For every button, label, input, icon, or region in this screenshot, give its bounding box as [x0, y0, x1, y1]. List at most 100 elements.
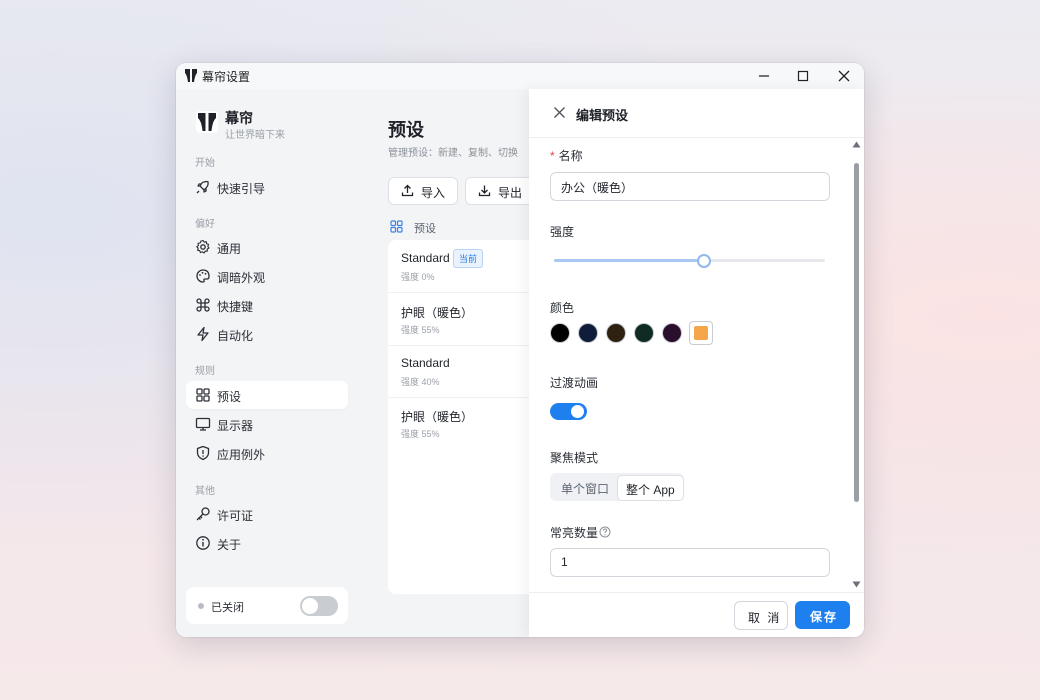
- preset-intensity: 强度 55%: [401, 429, 440, 439]
- toggle-knob: [302, 598, 318, 614]
- focus-option-single-window[interactable]: 单个窗口: [552, 475, 616, 499]
- preset-row[interactable]: Standard 当前 强度 0%: [388, 240, 538, 293]
- brand-logo-icon: [196, 111, 218, 133]
- panel-footer: 取 消 保存: [529, 592, 864, 637]
- close-window-button[interactable]: [824, 63, 864, 89]
- grid-icon: [390, 220, 403, 233]
- preset-row[interactable]: 护眼（暖色） 强度 55%: [388, 397, 538, 449]
- close-icon: [838, 70, 850, 82]
- transition-toggle[interactable]: [550, 403, 587, 420]
- intensity-label: 强度: [550, 225, 575, 239]
- sidebar-item-label: 快速引导: [217, 182, 266, 196]
- color-label: 颜色: [550, 301, 575, 315]
- import-label: 导入: [421, 186, 446, 200]
- status-text: 已关闭: [211, 602, 244, 614]
- panel-header: 编辑预设: [529, 89, 864, 138]
- sidebar-item-label: 通用: [217, 242, 242, 256]
- preset-list-header: 预设: [414, 223, 436, 235]
- color-swatch-selected[interactable]: [689, 321, 713, 345]
- sidebar: 幕帘 让世界暗下来 开始 快速引导 偏好 通用 调暗外观 快捷键 自动化 规则 …: [176, 89, 359, 637]
- help-icon[interactable]: [599, 526, 611, 538]
- scroll-down-arrow-icon[interactable]: [852, 581, 861, 588]
- slider-fill: [554, 259, 704, 262]
- sidebar-item-label: 关于: [217, 538, 242, 552]
- color-swatch[interactable]: [606, 323, 626, 343]
- lightning-icon: [197, 326, 209, 342]
- preset-row[interactable]: Standard 强度 40%: [388, 345, 538, 398]
- scrollbar-thumb[interactable]: [854, 163, 859, 502]
- color-swatch[interactable]: [662, 323, 682, 343]
- curtain-app-icon: [185, 69, 197, 82]
- section-label-preferences: 偏好: [195, 219, 215, 230]
- sidebar-item-presets[interactable]: 预设: [186, 381, 348, 409]
- page-description: 管理预设：新建、复制、切换: [388, 148, 518, 159]
- preset-intensity: 强度 0%: [401, 272, 435, 282]
- export-label: 导出: [498, 186, 523, 200]
- close-panel-icon[interactable]: [553, 106, 566, 119]
- main-content: 预设 管理预设：新建、复制、切换 导入 导出 预设 Standard 当前 强度…: [359, 89, 538, 637]
- sidebar-item-general[interactable]: 通用: [186, 233, 348, 261]
- page-title: 预设: [388, 120, 424, 140]
- section-label-rules: 规则: [195, 366, 215, 377]
- selected-color-fill: [694, 326, 708, 340]
- sidebar-item-dim-appearance[interactable]: 调暗外观: [186, 262, 348, 290]
- cancel-button[interactable]: 取 消: [734, 601, 788, 630]
- maximize-icon: [797, 70, 809, 82]
- save-button[interactable]: 保存: [795, 601, 850, 629]
- minimize-button[interactable]: [744, 63, 784, 89]
- intensity-slider[interactable]: [554, 254, 825, 268]
- always-on-count-input[interactable]: 1: [550, 548, 830, 577]
- focus-option-whole-app[interactable]: 整个 App: [617, 475, 684, 501]
- window-title: 幕帘设置: [202, 70, 251, 84]
- sidebar-item-shortcuts[interactable]: 快捷键: [186, 291, 348, 319]
- current-badge: 当前: [453, 249, 484, 268]
- sidebar-item-automation[interactable]: 自动化: [186, 320, 348, 348]
- sidebar-item-quick-guide[interactable]: 快速引导: [186, 173, 348, 201]
- key-icon: [196, 507, 210, 521]
- preset-list: Standard 当前 强度 0% 护眼（暖色） 强度 55% Standard…: [388, 240, 538, 594]
- slider-thumb[interactable]: [697, 254, 712, 268]
- sidebar-item-displays[interactable]: 显示器: [186, 410, 348, 438]
- upload-icon: [401, 184, 414, 197]
- name-label: 名称: [558, 149, 583, 163]
- sidebar-item-about[interactable]: 关于: [186, 529, 348, 557]
- scroll-up-arrow-icon[interactable]: [852, 141, 861, 148]
- sidebar-item-label: 应用例外: [217, 448, 266, 462]
- export-button[interactable]: 导出: [465, 177, 537, 205]
- sidebar-item-license[interactable]: 许可证: [186, 500, 348, 528]
- name-field-label: * 名称: [550, 147, 583, 164]
- import-button[interactable]: 导入: [388, 177, 458, 205]
- color-swatch[interactable]: [550, 323, 570, 343]
- always-on-label: 常亮数量: [550, 526, 599, 540]
- color-swatch[interactable]: [578, 323, 598, 343]
- sidebar-item-label: 预设: [217, 390, 242, 404]
- brand-name: 幕帘: [225, 110, 253, 126]
- focus-mode-label: 聚焦模式: [550, 451, 599, 465]
- download-icon: [478, 185, 491, 197]
- sidebar-item-label: 调暗外观: [217, 271, 266, 285]
- required-marker: *: [550, 149, 555, 163]
- sidebar-item-label: 快捷键: [217, 300, 254, 314]
- toggle-knob: [571, 405, 584, 418]
- sidebar-item-label: 自动化: [217, 329, 254, 343]
- minimize-icon: [759, 75, 769, 77]
- command-icon: [196, 298, 210, 312]
- sidebar-item-app-exceptions[interactable]: 应用例外: [186, 439, 348, 467]
- shield-icon: [196, 445, 210, 461]
- sidebar-item-label: 许可证: [217, 509, 254, 523]
- preset-row[interactable]: 护眼（暖色） 强度 55%: [388, 293, 538, 346]
- preset-name: 护眼（暖色）: [401, 410, 474, 424]
- rocket-icon: [196, 180, 209, 194]
- edit-preset-panel: 编辑预设 * 名称 办公（暖色） 强度 颜色 过渡动画 聚焦模式 单个窗口 整个 …: [529, 89, 864, 637]
- section-label-start: 开始: [195, 158, 215, 169]
- name-field[interactable]: 办公（暖色）: [550, 172, 830, 201]
- info-icon: [196, 536, 210, 550]
- master-toggle[interactable]: [300, 596, 338, 616]
- grid-icon: [196, 388, 210, 402]
- color-swatch[interactable]: [634, 323, 654, 343]
- always-on-value: 1: [561, 555, 568, 569]
- palette-icon: [196, 269, 210, 283]
- section-label-other: 其他: [195, 486, 215, 497]
- preset-name: 护眼（暖色）: [401, 306, 474, 320]
- maximize-button[interactable]: [783, 63, 823, 89]
